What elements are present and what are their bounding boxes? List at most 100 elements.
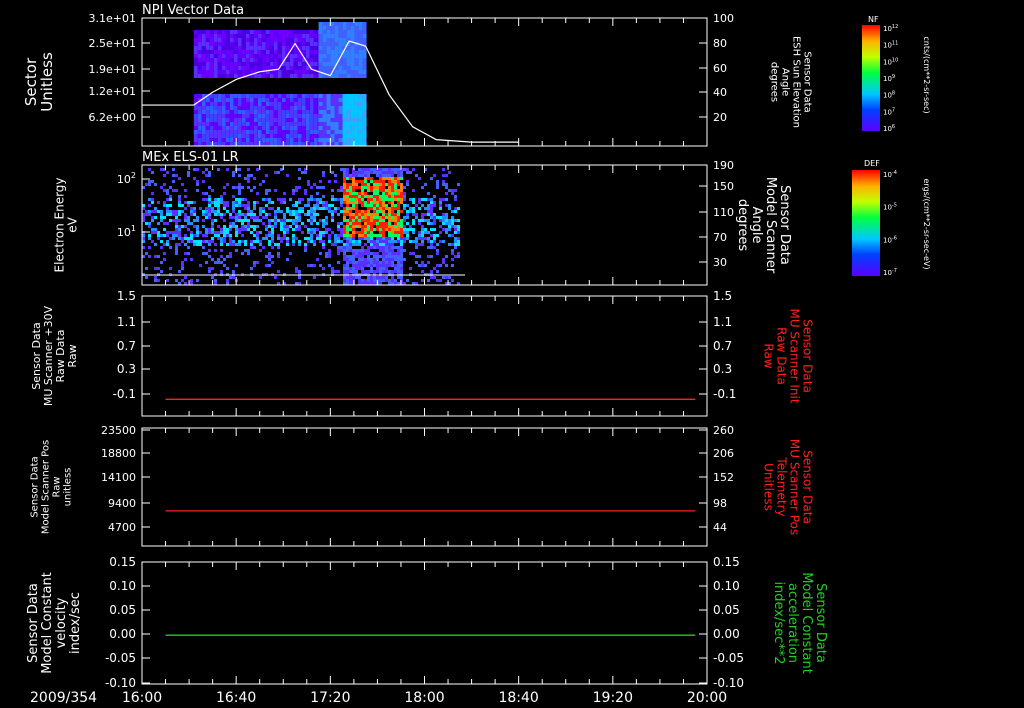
panel3-ylabel: Sensor DataMU Scanner +30VRaw DataRaw bbox=[30, 305, 79, 406]
y2-tick-label: -0.1 bbox=[713, 387, 736, 401]
y-tick-label: 1.1 bbox=[117, 315, 136, 329]
panel3-frame bbox=[141, 295, 708, 417]
y-tick-label: 102 bbox=[117, 171, 136, 186]
colorbar-tick-label: 107 bbox=[883, 107, 895, 116]
y-tick-label: 23500 bbox=[101, 424, 136, 437]
y2-tick-label: 40 bbox=[713, 86, 727, 99]
time-tick-label: 17:20 bbox=[310, 690, 350, 706]
y-tick-label: 0.15 bbox=[109, 555, 136, 569]
y-tick-label: 3.1e+01 bbox=[89, 12, 136, 25]
y-tick-label: -0.1 bbox=[113, 387, 136, 401]
colorbar-nf-units: cnts/(cm**2-sr-sec) bbox=[922, 36, 931, 113]
y2-tick-label: 100 bbox=[713, 12, 734, 25]
colorbar-tick-label: 10-6 bbox=[883, 235, 897, 244]
panel4-y2label: Sensor DataMU Scanner PosTelemetryUnitle… bbox=[762, 439, 815, 535]
colorbar-tick-label: 10-7 bbox=[883, 268, 897, 277]
panel-mex-els: MEx ELS-01 LR 102 101 190 150 110 70 30 Elect… bbox=[53, 150, 792, 286]
y-tick-label: 2.5e+01 bbox=[89, 37, 136, 50]
y-tick-label: 101 bbox=[117, 224, 136, 239]
multi-panel-plot: NPI Vector Data 3.1e+01 2.5e+01 1.9e+01 1.2… bbox=[22, 3, 931, 706]
y2-tick-label: 20 bbox=[713, 111, 727, 124]
time-tick-label: 16:00 bbox=[122, 690, 162, 706]
y2-tick-label: -0.05 bbox=[713, 651, 744, 665]
panel2-title: MEx ELS-01 LR bbox=[142, 150, 239, 165]
y-tick-label: 1.2e+01 bbox=[89, 85, 136, 98]
y2-tick-label: 260 bbox=[713, 424, 734, 437]
y2-tick-label: 0.00 bbox=[713, 627, 740, 641]
y2-tick-label: 110 bbox=[713, 206, 734, 219]
npi-spectrogram bbox=[193, 22, 367, 146]
colorbar-tick-label: 10-5 bbox=[883, 203, 897, 212]
panel1-y2-ticks: 100 80 60 40 20 bbox=[699, 12, 734, 124]
colorbar-tick-label: 109 bbox=[883, 74, 895, 83]
y2-tick-label: 0.10 bbox=[713, 579, 740, 593]
y-tick-label: 0.7 bbox=[117, 339, 136, 353]
panel1-ylabel: SectorUnitless bbox=[22, 52, 56, 112]
panel-model-constant: 0.15 0.10 0.05 0.00 -0.05 -0.10 0.15 0.10 0.05 0.… bbox=[26, 555, 828, 690]
panel3-y2label: Sensor DataMU Scanner InitRaw DataRaw bbox=[762, 308, 815, 403]
y2-tick-label: 150 bbox=[713, 180, 734, 193]
y-tick-label: 1.5 bbox=[117, 289, 136, 303]
panel5-frame bbox=[141, 561, 708, 685]
y2-tick-label: 98 bbox=[713, 497, 727, 510]
y2-tick-label: 0.3 bbox=[713, 362, 732, 376]
y2-tick-label: 0.05 bbox=[713, 603, 740, 617]
y2-tick-label: 1.1 bbox=[713, 315, 732, 329]
panel2-ylabel: Electron EnergyeV bbox=[53, 177, 80, 272]
time-axis-labels: 16:00 16:40 17:20 18:00 18:40 19:20 20:00 bbox=[122, 690, 727, 706]
time-tick-label: 16:40 bbox=[216, 690, 256, 706]
panel1-title: NPI Vector Data bbox=[142, 3, 244, 18]
y2-tick-label: 60 bbox=[713, 62, 727, 75]
time-tick-label: 18:00 bbox=[404, 690, 444, 706]
y2-tick-label: 80 bbox=[713, 37, 727, 50]
panel-npi-vector-data: NPI Vector Data 3.1e+01 2.5e+01 1.9e+01 1.2… bbox=[22, 3, 813, 147]
colorbar-nf-bar bbox=[862, 25, 880, 131]
y-tick-label: 0.3 bbox=[117, 362, 136, 376]
colorbar-def-units: ergs/(cm**2-sr-sec-eV) bbox=[922, 178, 931, 269]
y2-tick-label: 190 bbox=[713, 159, 734, 172]
panel2-y2-ticks: 190 150 110 70 30 bbox=[699, 159, 734, 269]
colorbar-def-bar bbox=[852, 170, 880, 276]
time-tick-label: 18:40 bbox=[498, 690, 538, 706]
colorbar-def-label: DEF bbox=[864, 159, 880, 168]
y-tick-label: 0.00 bbox=[109, 627, 136, 641]
colorbar-tick-label: 1012 bbox=[883, 24, 898, 33]
panel-mu-scanner-raw: 1.5 1.1 0.7 0.3 -0.1 1.5 1.1 0.7 0.3 -0.1 Sensor … bbox=[30, 289, 815, 417]
colorbar-def: DEF 10-4 10-5 10-6 10-7 ergs/(cm**2-sr-sec-… bbox=[852, 159, 931, 277]
panel2-y2label: Sensor DataModel ScannerAngledegrees bbox=[735, 177, 792, 274]
panel5-ylabel: Sensor DataModel Constantvelocityindex/s… bbox=[26, 572, 83, 674]
y-tick-label: 6.2e+00 bbox=[89, 111, 136, 124]
date-label: 2009/354 bbox=[30, 690, 97, 706]
panel1-y-ticks: 3.1e+01 2.5e+01 1.9e+01 1.2e+01 6.2e+00 bbox=[89, 12, 150, 124]
y-tick-label: -0.05 bbox=[105, 651, 136, 665]
y-tick-label: 0.05 bbox=[109, 603, 136, 617]
time-tick-label: 19:20 bbox=[593, 690, 633, 706]
y2-tick-label: 30 bbox=[713, 256, 727, 269]
panel4-frame bbox=[141, 427, 708, 547]
colorbar-tick-label: 108 bbox=[883, 91, 895, 100]
y2-tick-label: 44 bbox=[713, 521, 727, 534]
panel5-y2label: Sensor DataModel Constantaccelerationind… bbox=[771, 572, 828, 674]
y2-tick-label: 70 bbox=[713, 231, 727, 244]
y-tick-label: -0.10 bbox=[105, 676, 136, 690]
colorbar-nf-label: NF bbox=[868, 15, 879, 24]
y-tick-label: 18800 bbox=[101, 447, 136, 460]
y2-tick-label: 0.7 bbox=[713, 339, 732, 353]
y2-tick-label: 0.15 bbox=[713, 555, 740, 569]
panel-scanner-pos: 23500 18800 14100 9400 4700 260 206 152 98 44 Sen… bbox=[30, 424, 815, 547]
y-tick-label: 14100 bbox=[101, 471, 136, 484]
colorbar-tick-label: 1010 bbox=[883, 57, 898, 66]
colorbar-nf: NF 1012 1011 1010 109 108 107 106 cnts/(cm**2-… bbox=[862, 15, 931, 133]
y-tick-label: 9400 bbox=[108, 497, 136, 510]
y2-tick-label: 1.5 bbox=[713, 289, 732, 303]
panel2-y-ticks: 102 101 bbox=[117, 171, 150, 239]
time-tick-label: 20:00 bbox=[687, 690, 727, 706]
y-tick-label: 1.9e+01 bbox=[89, 63, 136, 76]
panel1-y2label: Sensor DataESH Sun ElevationAngledegrees bbox=[769, 36, 813, 128]
y2-tick-label: 206 bbox=[713, 447, 734, 460]
y-tick-label: 4700 bbox=[108, 521, 136, 534]
panel4-ylabel: Sensor DataModel Scanner PosRawunitless bbox=[30, 440, 74, 534]
colorbar-tick-label: 106 bbox=[883, 124, 895, 133]
els-spectrogram bbox=[142, 168, 460, 285]
colorbar-tick-label: 10-4 bbox=[883, 170, 897, 179]
